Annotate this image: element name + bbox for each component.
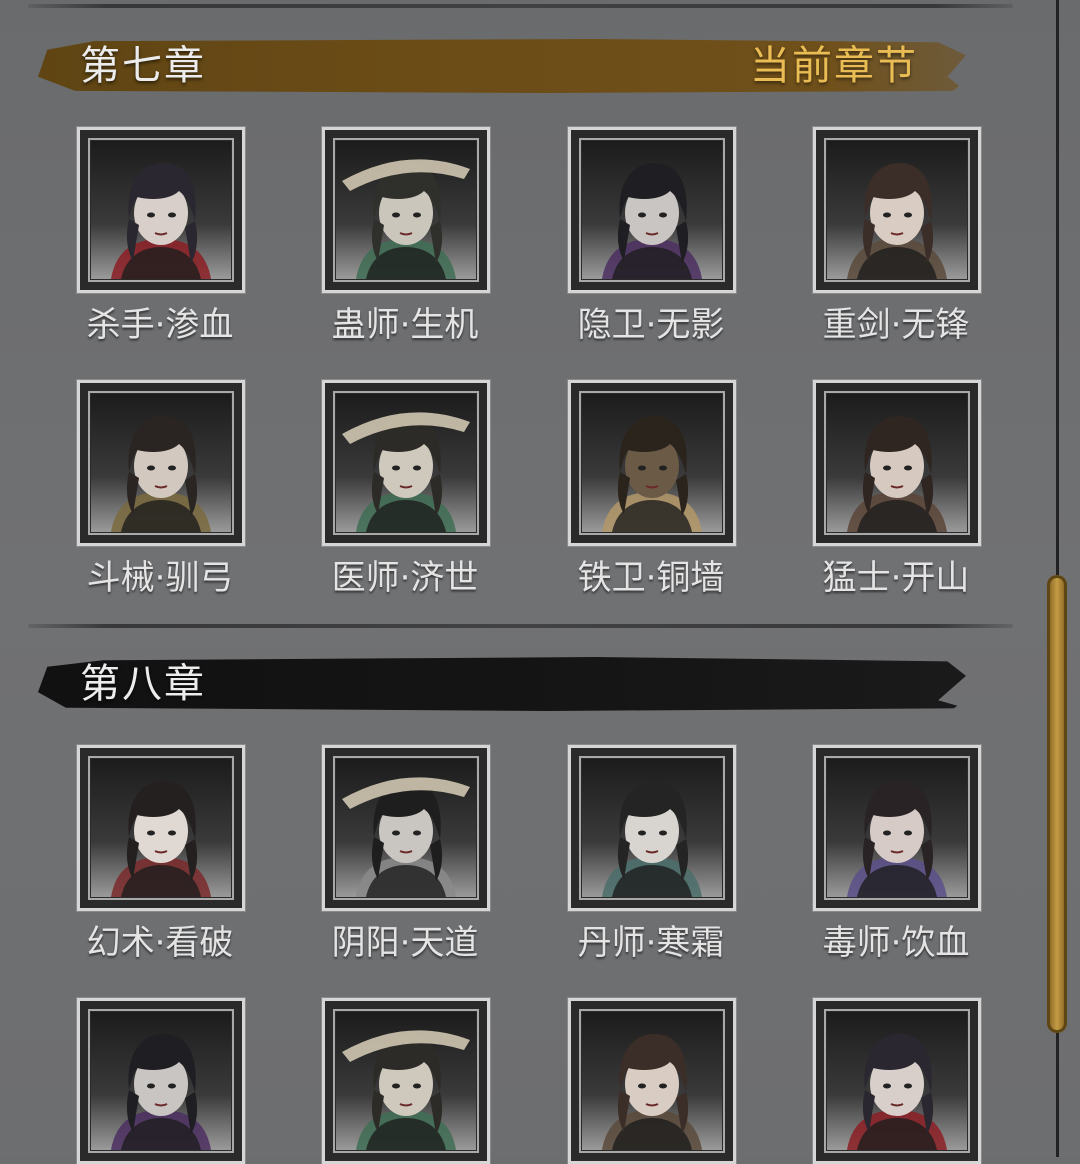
portrait-frame: [322, 745, 490, 911]
character-name: 重剑·无锋: [822, 305, 970, 345]
character-name: 隐卫·无影: [577, 305, 725, 345]
portrait-frame: [77, 127, 245, 293]
portrait-frame: [77, 380, 245, 546]
section-divider-top: [28, 4, 1013, 8]
portrait-frame: [77, 998, 245, 1164]
portrait-frame: [813, 745, 981, 911]
character-name: 毒师·饮血: [822, 923, 970, 963]
character-name: 猛士·开山: [822, 558, 970, 598]
character-portrait: [582, 141, 722, 279]
portrait-frame: [568, 127, 736, 293]
chapter-eight-title: 第八章: [80, 661, 206, 707]
character-portrait: [582, 759, 722, 897]
character-name: 医师·济世: [331, 558, 479, 598]
portrait-frame: [322, 127, 490, 293]
portrait-frame: [813, 127, 981, 293]
character-portrait: [336, 141, 476, 279]
character-name: 铁卫·铜墙: [577, 558, 725, 598]
section-divider-middle: [28, 624, 1013, 628]
portrait-frame: [322, 380, 490, 546]
character-portrait: [91, 141, 231, 279]
portrait-frame: [568, 745, 736, 911]
character-portrait: [827, 1012, 967, 1150]
portrait-frame: [77, 745, 245, 911]
character-name: 杀手·渗血: [86, 305, 234, 345]
portrait-frame: [322, 998, 490, 1164]
character-name: 丹师·寒霜: [577, 923, 725, 963]
character-portrait: [336, 1012, 476, 1150]
portrait-frame: [568, 998, 736, 1164]
character-portrait: [336, 759, 476, 897]
current-chapter-label: 当前章节: [750, 43, 918, 89]
character-portrait: [582, 394, 722, 532]
character-name: 阴阳·天道: [331, 923, 479, 963]
character-portrait: [91, 759, 231, 897]
portrait-frame: [813, 380, 981, 546]
character-portrait: [827, 759, 967, 897]
chapter-seven-title: 第七章: [80, 43, 206, 89]
character-portrait: [827, 394, 967, 532]
character-name: 蛊师·生机: [331, 305, 479, 345]
character-name: 幻术·看破: [86, 923, 234, 963]
portrait-frame: [568, 380, 736, 546]
character-portrait: [91, 1012, 231, 1150]
portrait-frame: [813, 998, 981, 1164]
character-portrait: [827, 141, 967, 279]
scrollbar-thumb[interactable]: [1047, 575, 1067, 1033]
character-name: 斗械·驯弓: [86, 558, 234, 598]
character-portrait: [336, 394, 476, 532]
character-portrait: [582, 1012, 722, 1150]
character-portrait: [91, 394, 231, 532]
